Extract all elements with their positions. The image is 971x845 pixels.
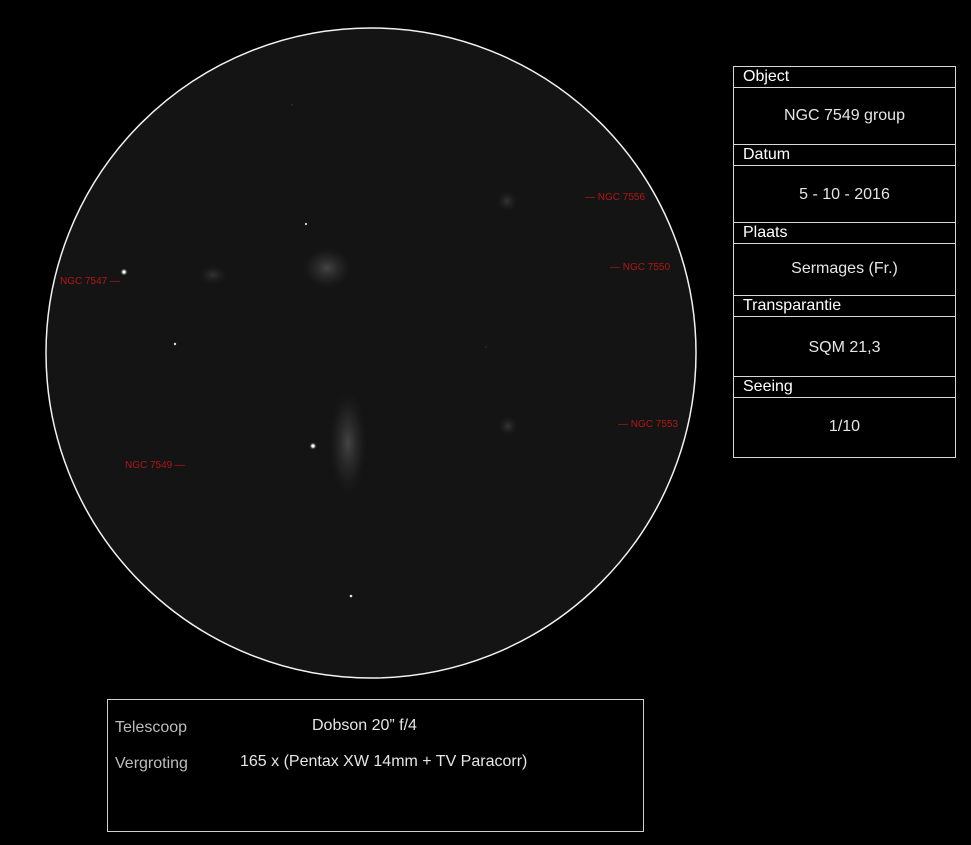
observation-info-panel: Object NGC 7549 group Datum 5 - 10 - 201… — [733, 66, 956, 458]
seeing-label: Seeing — [733, 376, 956, 398]
galaxy-ngc-7550 — [301, 246, 353, 290]
galaxy-ngc-7547 — [197, 264, 229, 286]
label-ngc-7553: — NGC 7553 — [618, 419, 679, 430]
field-of-view — [45, 27, 697, 679]
telescope-value: Dobson 20” f/4 — [312, 717, 417, 734]
equipment-box: Telescoop Dobson 20” f/4 Vergroting 165 … — [107, 699, 644, 832]
object-value: NGC 7549 group — [784, 107, 905, 124]
telescope-label: Telescoop — [115, 719, 188, 736]
label-ngc-7556: — NGC 7556 — [585, 192, 646, 203]
star — [304, 222, 308, 226]
galaxy-ngc-7553 — [497, 414, 519, 438]
label-ngc-7547: NGC 7547 — — [60, 276, 121, 287]
galaxy-ngc-7556 — [495, 189, 519, 213]
magnification-label: Vergroting — [115, 755, 188, 772]
datum-label: Datum — [733, 144, 956, 166]
transparantie-value: SQM 21,3 — [808, 339, 881, 356]
star — [173, 342, 177, 346]
star — [122, 270, 126, 274]
plaats-value: Sermages (Fr.) — [791, 260, 898, 277]
galaxy-ngc-7549 — [328, 387, 368, 499]
datum-value: 5 - 10 - 2016 — [799, 186, 890, 203]
transparantie-label: Transparantie — [733, 295, 956, 317]
star — [291, 104, 293, 106]
star — [311, 444, 315, 448]
object-label: Object — [733, 66, 956, 88]
star — [349, 594, 353, 598]
seeing-value: 1/10 — [828, 418, 861, 435]
magnification-value: 165 x (Pentax XW 14mm + TV Paracorr) — [240, 753, 528, 770]
label-ngc-7549: NGC 7549 — — [125, 460, 186, 471]
label-ngc-7550: — NGC 7550 — [610, 262, 671, 273]
star — [485, 346, 487, 348]
plaats-label: Plaats — [733, 222, 956, 244]
